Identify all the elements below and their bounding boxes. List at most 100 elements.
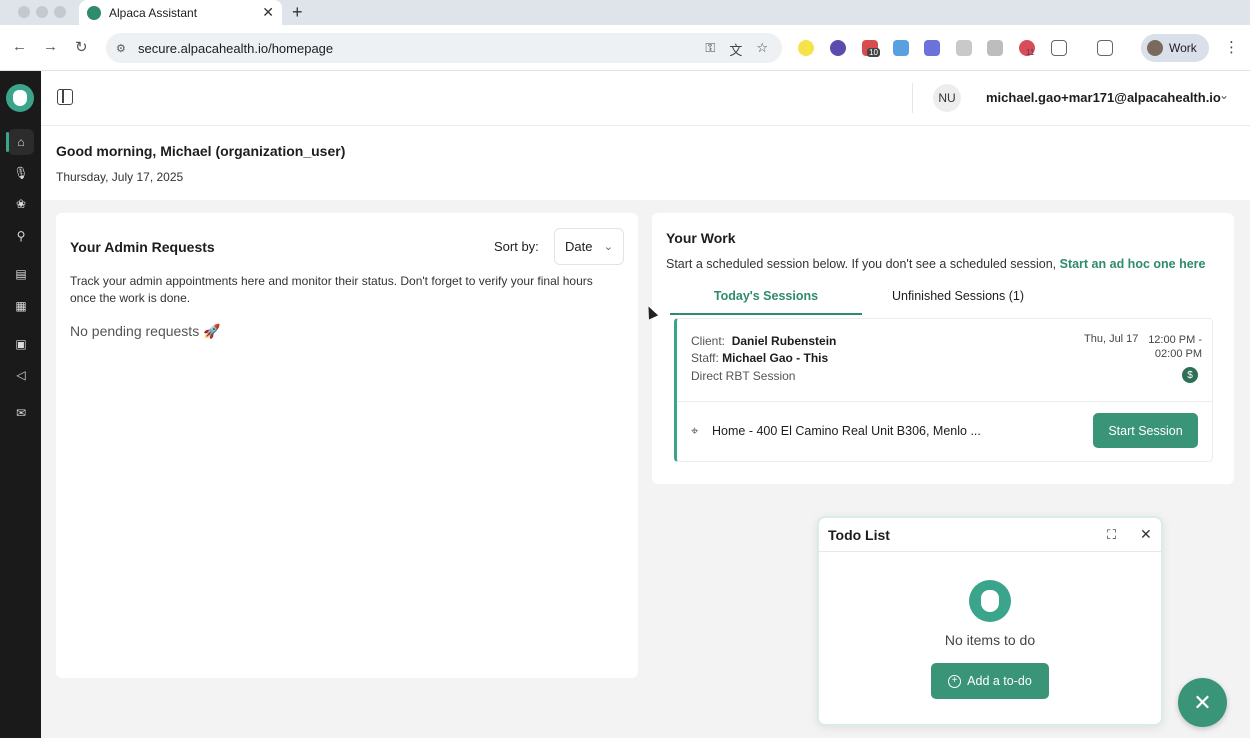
sort-select[interactable]: Date ⌄ bbox=[554, 228, 624, 265]
todo-panel: Todo List ⛶ ✕ No items to do + Add a to-… bbox=[817, 516, 1163, 726]
forward-icon[interactable]: → bbox=[43, 38, 58, 55]
alpaca-logo[interactable] bbox=[6, 84, 34, 112]
your-work-title: Your Work bbox=[666, 230, 736, 246]
alpaca-favicon-icon bbox=[87, 5, 101, 20]
sidebar-item-plug[interactable]: ⚲ bbox=[8, 223, 34, 249]
alpaca-mascot-icon bbox=[969, 580, 1011, 622]
window-close-icon[interactable] bbox=[18, 6, 30, 18]
home-icon: ⌂ bbox=[17, 135, 25, 149]
session-card[interactable]: Client: Daniel Rubenstein Staff: Michael… bbox=[674, 318, 1213, 462]
no-pending-requests: No pending requests 🚀 bbox=[70, 323, 221, 339]
alpaca-face-icon bbox=[13, 90, 27, 106]
address-bar[interactable]: ⚙ secure.alpacahealth.io/homepage ⚿ 文 ☆ bbox=[106, 33, 782, 63]
close-icon: ✕ bbox=[1193, 689, 1212, 715]
session-time: 12:00 PM - 02:00 PM bbox=[1148, 334, 1202, 360]
ad-hoc-session-link[interactable]: Start an ad hoc one here bbox=[1060, 257, 1206, 271]
todo-divider bbox=[819, 551, 1161, 552]
sidebar-item-calendar[interactable]: ▦ bbox=[8, 293, 34, 319]
sort-label: Sort by: bbox=[494, 239, 539, 254]
sort-value: Date bbox=[565, 239, 593, 254]
close-fab-button[interactable]: ✕ bbox=[1178, 678, 1227, 727]
calendar-icon: ▦ bbox=[15, 299, 27, 313]
browser-tabbar: Alpaca Assistant ✕ + bbox=[0, 0, 1250, 25]
plug-icon: ⚲ bbox=[16, 229, 26, 243]
location-pin-icon: ⌖ bbox=[691, 423, 699, 438]
tab-close-icon[interactable]: ✕ bbox=[262, 4, 274, 21]
extension-calendar-icon[interactable]: 10 bbox=[862, 40, 880, 57]
client-name: Daniel Rubenstein bbox=[731, 334, 837, 348]
extension-badge-2: 11 bbox=[1026, 48, 1035, 57]
extension-circle-icon[interactable] bbox=[830, 40, 846, 56]
extension-bolt-icon[interactable] bbox=[893, 40, 909, 56]
microphone-icon: 🎙 bbox=[13, 166, 29, 180]
session-client: Client: Daniel Rubenstein bbox=[691, 334, 836, 348]
browser-toolbar: ← → ↻ ⚙ secure.alpacahealth.io/homepage … bbox=[0, 25, 1250, 71]
window-minimize-icon[interactable] bbox=[36, 6, 48, 18]
admin-requests-card: Your Admin Requests Sort by: Date ⌄ Trac… bbox=[56, 213, 638, 678]
alpaca-face-icon bbox=[981, 590, 999, 612]
translate-icon[interactable]: 文 bbox=[729, 40, 742, 59]
tab-todays-sessions[interactable]: Today's Sessions bbox=[670, 289, 862, 315]
user-email[interactable]: michael.gao+mar171@alpacahealth.io bbox=[986, 90, 1221, 105]
tab-unfinished-sessions[interactable]: Unfinished Sessions (1) bbox=[862, 289, 1054, 315]
extension-code-icon[interactable] bbox=[987, 40, 1003, 56]
extension-record-icon[interactable]: 11 bbox=[1019, 40, 1035, 57]
sidebar-item-home[interactable]: ⌂ bbox=[6, 129, 34, 155]
app-header: NU michael.gao+mar171@alpacahealth.io ⌄ bbox=[41, 71, 1250, 126]
session-staff: Staff: Michael Gao - This bbox=[691, 351, 828, 365]
current-date: Thursday, July 17, 2025 bbox=[56, 170, 184, 184]
new-tab-icon[interactable]: + bbox=[292, 2, 303, 23]
work-description-text: Start a scheduled session below. If you … bbox=[666, 257, 1060, 271]
extensions-puzzle-icon[interactable] bbox=[1051, 40, 1067, 56]
close-icon[interactable]: ✕ bbox=[1140, 526, 1152, 543]
dollar-icon: $ bbox=[1182, 367, 1198, 383]
sidebar-item-documents[interactable]: ▤ bbox=[8, 261, 34, 287]
profile-button[interactable]: Work bbox=[1141, 34, 1209, 62]
sidebar-item-microphone[interactable]: 🎙 bbox=[8, 160, 34, 186]
session-divider bbox=[677, 401, 1213, 402]
your-work-card: Your Work Start a scheduled session belo… bbox=[652, 213, 1234, 484]
sidebar-item-paw[interactable]: ❀ bbox=[8, 191, 34, 217]
sidebar-item-clipboard[interactable]: ▣ bbox=[8, 331, 34, 357]
profile-name: Work bbox=[1169, 41, 1197, 55]
reload-icon[interactable]: ↻ bbox=[75, 38, 88, 56]
window-maximize-icon[interactable] bbox=[54, 6, 66, 18]
session-address: Home - 400 El Camino Real Unit B306, Men… bbox=[712, 424, 981, 438]
extension-e-icon[interactable] bbox=[924, 40, 940, 56]
plus-circle-icon: + bbox=[948, 674, 962, 688]
site-settings-icon[interactable]: ⚙ bbox=[116, 42, 132, 55]
url-text: secure.alpacahealth.io/homepage bbox=[138, 40, 334, 56]
admin-requests-title: Your Admin Requests bbox=[70, 239, 215, 255]
tab-search-icon[interactable] bbox=[1097, 40, 1113, 56]
page-title: Good morning, Michael (organization_user… bbox=[56, 143, 346, 159]
clipboard-icon: ▣ bbox=[15, 337, 27, 351]
sidebar-item-speaker[interactable]: ◁ bbox=[8, 362, 34, 388]
extension-badge: 10 bbox=[867, 48, 880, 57]
greeting-section: Good morning, Michael (organization_user… bbox=[41, 126, 1250, 200]
user-avatar[interactable]: NU bbox=[933, 84, 961, 112]
add-todo-label: Add a to-do bbox=[967, 674, 1032, 688]
add-todo-button[interactable]: + Add a to-do bbox=[931, 663, 1049, 699]
mail-icon: ✉ bbox=[15, 406, 27, 420]
start-session-button[interactable]: Start Session bbox=[1093, 413, 1198, 448]
client-label: Client: bbox=[691, 334, 726, 348]
chevron-down-icon[interactable]: ⌄ bbox=[1219, 88, 1229, 102]
sidebar-item-mail[interactable]: ✉ bbox=[8, 400, 34, 426]
document-icon: ▤ bbox=[15, 267, 27, 281]
panel-toggle-icon[interactable] bbox=[57, 89, 73, 105]
expand-icon[interactable]: ⛶ bbox=[1107, 527, 1116, 543]
session-type: Direct RBT Session bbox=[691, 369, 796, 383]
chevron-down-icon: ⌄ bbox=[603, 241, 613, 253]
todo-title: Todo List bbox=[828, 527, 890, 543]
admin-description: Track your admin appointments here and m… bbox=[70, 274, 593, 305]
app-sidebar: ⌂ 🎙 ❀ ⚲ ▤ ▦ ▣ ◁ ✉ bbox=[0, 71, 41, 738]
extension-sun-icon[interactable] bbox=[798, 40, 814, 56]
browser-tab[interactable]: Alpaca Assistant ✕ bbox=[79, 0, 282, 25]
back-icon[interactable]: ← bbox=[12, 38, 27, 55]
extension-eye-icon[interactable] bbox=[956, 40, 972, 56]
browser-menu-icon[interactable]: ⋮ bbox=[1224, 38, 1239, 56]
key-icon[interactable]: ⚿ bbox=[705, 40, 715, 59]
your-work-description: Start a scheduled session below. If you … bbox=[666, 257, 1205, 271]
speaker-icon: ◁ bbox=[16, 368, 26, 382]
bookmark-star-icon[interactable]: ☆ bbox=[756, 40, 768, 59]
